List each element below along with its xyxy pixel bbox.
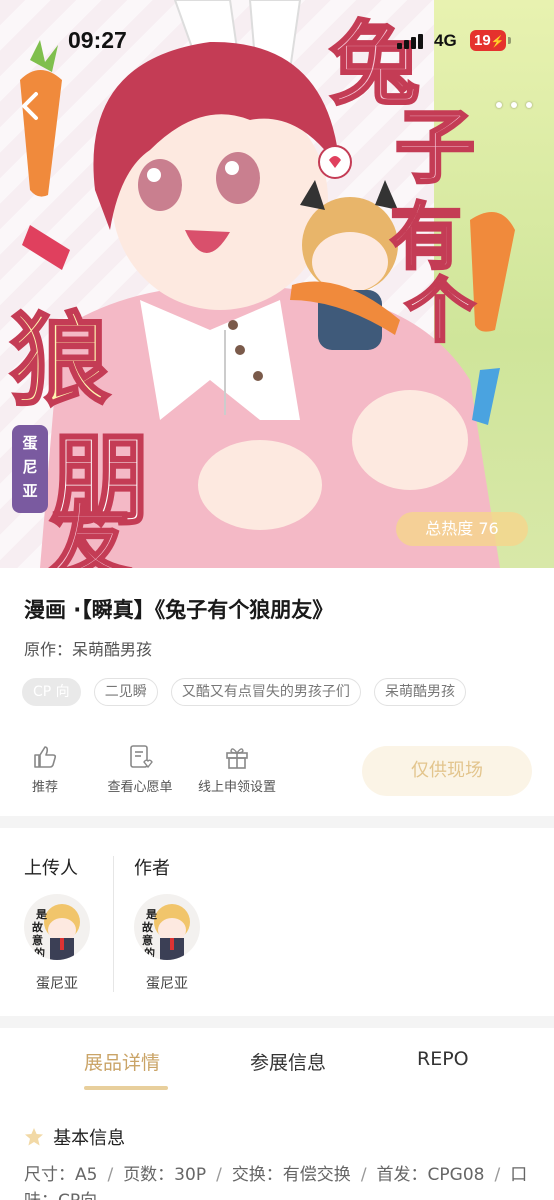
svg-text:故: 故 bbox=[142, 920, 154, 934]
svg-text:是: 是 bbox=[35, 908, 48, 921]
work-title: 漫画 ·【瞬真】《兔子有个狼朋友》 bbox=[24, 598, 334, 622]
basic-info-title: 基本信息 bbox=[53, 1128, 126, 1149]
author-name[interactable]: 蛋尼亚 bbox=[127, 973, 207, 993]
spec-exchange: 交换：有偿交换 bbox=[231, 1165, 351, 1185]
online-settings-button[interactable]: 线上申领设置 bbox=[192, 744, 282, 804]
author-label: 作者 bbox=[134, 858, 170, 879]
tag-cp[interactable]: CP 向 bbox=[22, 678, 81, 706]
spec-size: 尺寸：A5 bbox=[24, 1165, 98, 1185]
gift-icon bbox=[226, 748, 248, 769]
star-icon bbox=[25, 1128, 43, 1146]
status-bar: 09:27 4G 19⚡ bbox=[0, 0, 554, 80]
tab-repo[interactable]: REPO bbox=[417, 1048, 469, 1070]
svg-text:是: 是 bbox=[145, 908, 158, 921]
battery-level: 19 bbox=[474, 32, 491, 49]
more-options-button[interactable] bbox=[494, 92, 534, 118]
tag-character[interactable]: 二见瞬 bbox=[93, 678, 158, 706]
svg-text:有: 有 bbox=[390, 195, 462, 279]
svg-text:的: 的 bbox=[144, 946, 155, 960]
people-divider bbox=[113, 856, 114, 992]
network-type: 4G bbox=[434, 31, 457, 50]
avatar-illustration: 是 故 意 的 bbox=[32, 904, 80, 960]
active-tab-indicator bbox=[84, 1086, 168, 1090]
uploader-avatar[interactable]: 是 故 意 的 bbox=[24, 894, 90, 960]
people-section: 上传人 作者 是 故 意 的 蛋尼亚 是 故 意 的 蛋尼亚 bbox=[0, 840, 554, 1010]
svg-text:亚: 亚 bbox=[22, 482, 37, 500]
battery-icon: 19⚡ bbox=[470, 30, 511, 51]
back-button[interactable] bbox=[14, 86, 50, 126]
onsite-only-button[interactable]: 仅供现场 bbox=[362, 746, 532, 796]
wishlist-button[interactable]: 查看心愿单 bbox=[102, 744, 178, 804]
basic-info-heading: 基本信息 bbox=[24, 1124, 125, 1150]
wishlist-icon bbox=[130, 745, 153, 769]
detail-tabs: 展品详情 参展信息 REPO bbox=[0, 1028, 554, 1092]
online-settings-label: 线上申领设置 bbox=[197, 780, 276, 795]
wishlist-label: 查看心愿单 bbox=[107, 780, 173, 795]
uploader-label: 上传人 bbox=[24, 858, 78, 879]
status-time: 09:27 bbox=[68, 27, 127, 53]
cover-image: 兔 子 有 个 狼 朋 友 蛋 尼 亚 09:27 4G 19⚡ 总热度 76 bbox=[0, 0, 554, 568]
original-author[interactable]: 原作：呆萌酷男孩 bbox=[24, 636, 152, 660]
svg-text:意: 意 bbox=[32, 933, 43, 947]
tag-series[interactable]: 又酷又有点冒失的男孩子们 bbox=[170, 678, 361, 706]
spec-list: 尺寸：A5/页数：30P/交换：有偿交换/首发：CPG08/口味：CP向 bbox=[24, 1162, 534, 1200]
svg-text:尼: 尼 bbox=[22, 458, 37, 476]
spec-debut: 首发：CPG08 bbox=[376, 1165, 485, 1185]
svg-text:故: 故 bbox=[32, 920, 44, 934]
svg-text:意: 意 bbox=[142, 933, 153, 947]
thumbs-up-icon bbox=[34, 746, 57, 768]
svg-text:的: 的 bbox=[34, 946, 45, 960]
tab-exhibit-details[interactable]: 展品详情 bbox=[84, 1048, 160, 1075]
svg-text:个: 个 bbox=[405, 270, 475, 352]
cover-illustration: 兔 子 有 个 狼 朋 友 蛋 尼 亚 bbox=[9, 0, 515, 568]
section-divider bbox=[0, 1016, 554, 1028]
heat-badge: 总热度 76 bbox=[396, 512, 528, 546]
avatar-illustration: 是 故 意 的 bbox=[142, 904, 190, 960]
author-avatar[interactable]: 是 故 意 的 bbox=[134, 894, 200, 960]
recommend-button[interactable]: 推荐 bbox=[20, 744, 70, 804]
spec-pages: 页数：30P bbox=[123, 1165, 207, 1185]
svg-text:蛋: 蛋 bbox=[22, 434, 37, 452]
svg-text:狼: 狼 bbox=[10, 302, 110, 419]
tag-author[interactable]: 呆萌酷男孩 bbox=[373, 678, 466, 706]
section-divider bbox=[0, 816, 554, 828]
svg-text:友: 友 bbox=[50, 494, 130, 568]
signal-icon bbox=[397, 33, 427, 49]
svg-text:子: 子 bbox=[395, 101, 475, 194]
tag-list: CP 向 二见瞬 又酷又有点冒失的男孩子们 呆萌酷男孩 bbox=[22, 678, 474, 706]
tab-exhibition-info[interactable]: 参展信息 bbox=[250, 1048, 326, 1075]
back-arrow-icon bbox=[22, 92, 38, 120]
recommend-label: 推荐 bbox=[31, 780, 58, 795]
uploader-name[interactable]: 蛋尼亚 bbox=[17, 973, 97, 993]
